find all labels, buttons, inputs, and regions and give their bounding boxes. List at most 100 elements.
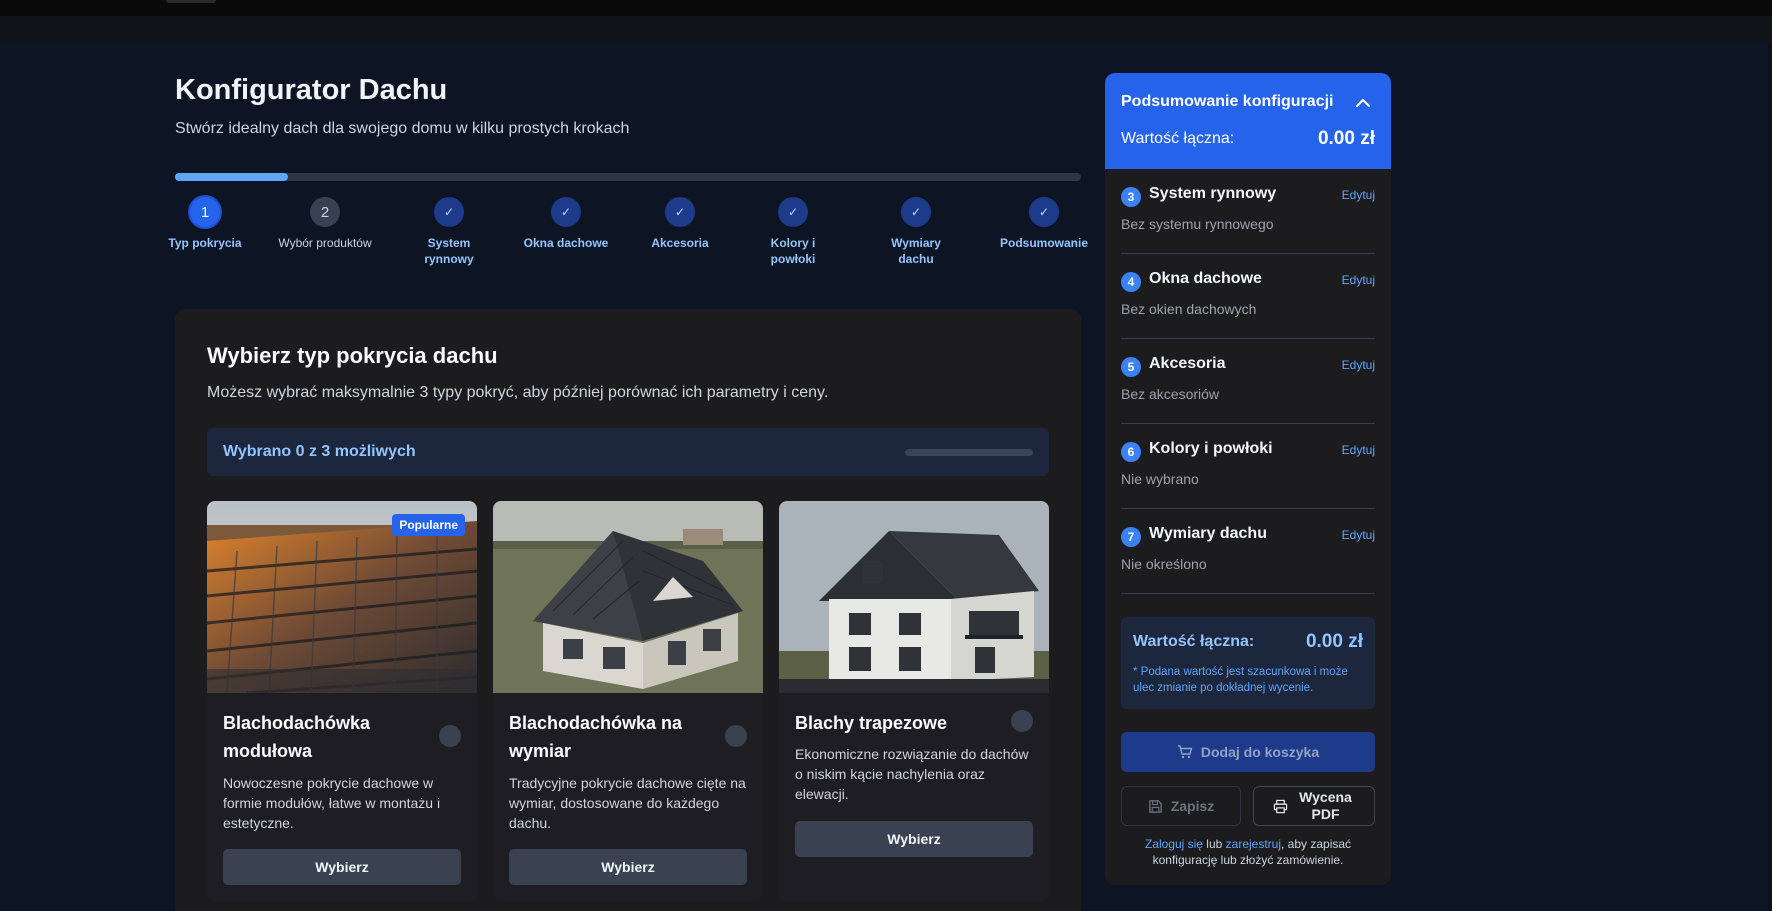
check-icon: ✓	[778, 197, 808, 227]
product-select-radio[interactable]	[725, 725, 747, 747]
step-akcesoria[interactable]: ✓ Akcesoria	[630, 197, 730, 251]
product-title: Blachodachówka na wymiar	[509, 713, 683, 761]
step-label: Okna dachowe	[523, 236, 609, 250]
or-text: lub	[1202, 837, 1226, 851]
product-description: Nowoczesne pokrycie dachowe w formie mod…	[223, 775, 441, 831]
summary-item-value: Nie określono	[1121, 556, 1207, 572]
summary-item-okna-dachowe: 4 Okna dachowe Edytuj Bez okien dachowyc…	[1121, 254, 1375, 339]
edit-link[interactable]: Edytuj	[1342, 443, 1375, 457]
product-description: Ekonomiczne rozwiązanie do dachów o nisk…	[795, 746, 1029, 802]
step-kolory-i-powloki[interactable]: ✓ Kolory i powłoki	[743, 197, 843, 267]
roof-type-panel: Wybierz typ pokrycia dachu Możesz wybrać…	[175, 309, 1081, 911]
header-total-value: 0.00 zł	[1317, 128, 1375, 149]
save-label: Zapisz	[1170, 798, 1215, 814]
product-card-blachy-trapezowe[interactable]: Blachy trapezowe Ekonomiczne rozwiązanie…	[779, 501, 1049, 901]
summary-item-value: Bez okien dachowych	[1121, 301, 1257, 317]
header-total-label: Wartość łączna:	[1121, 130, 1235, 147]
summary-item-name: Okna dachowe	[1149, 270, 1262, 287]
summary-item-name: Kolory i powłoki	[1149, 440, 1273, 457]
product-title: Blachy trapezowe	[795, 713, 948, 733]
summary-step-number: 3	[1121, 187, 1141, 207]
step-label: System rynnowy	[424, 236, 474, 266]
scrollbar-track[interactable]	[1768, 42, 1772, 911]
add-to-cart-button[interactable]: Dodaj do koszyka	[1121, 732, 1375, 772]
pdf-quote-button[interactable]: Wycena PDF	[1253, 786, 1375, 826]
step-typ-pokrycia[interactable]: 1 Typ pokrycia	[155, 197, 255, 251]
topbar-tab-edge	[166, 0, 216, 3]
check-icon: ✓	[551, 197, 581, 227]
product-card-blachodachowka-modulowa[interactable]: Popularne Blachodachówka modułowa Nowocz…	[207, 501, 477, 901]
summary-item-akcesoria: 5 Akcesoria Edytuj Bez akcesoriów	[1121, 339, 1375, 424]
house-roof-photo	[493, 501, 763, 693]
summary-item-kolory-i-powloki: 6 Kolory i powłoki Edytuj Nie wybrano	[1121, 424, 1375, 509]
register-link[interactable]: zarejestruj	[1226, 837, 1281, 851]
chevron-up-icon[interactable]	[1353, 93, 1373, 113]
browser-topbar	[0, 0, 1772, 16]
summary-step-number: 6	[1121, 442, 1141, 462]
summary-title: Podsumowanie konfiguracji	[1121, 93, 1334, 110]
product-select-radio[interactable]	[1011, 710, 1033, 732]
summary-item-name: Akcesoria	[1149, 355, 1226, 372]
progress-fill	[175, 173, 289, 181]
check-icon: ✓	[901, 197, 931, 227]
step-label: Wymiary dachu	[891, 236, 941, 266]
summary-item-value: Bez akcesoriów	[1121, 386, 1220, 402]
product-select-radio[interactable]	[439, 725, 461, 747]
configuration-summary-sidebar: Podsumowanie konfiguracji Wartość łączna…	[1105, 73, 1391, 885]
product-description: Tradycyjne pokrycie dachowe cięte na wym…	[509, 775, 746, 831]
product-image-roof-tiles: Popularne	[207, 501, 477, 693]
summary-item-value: Bez systemu rynnowego	[1121, 216, 1274, 232]
summary-step-number: 4	[1121, 272, 1141, 292]
cart-icon	[1177, 745, 1193, 759]
check-icon: ✓	[665, 197, 695, 227]
selection-counter: Wybrano 0 z 3 możliwych	[207, 428, 1049, 476]
login-note: Zaloguj się lub zarejestruj, aby zapisać…	[1121, 836, 1375, 868]
summary-item-wymiary-dachu: 7 Wymiary dachu Edytuj Nie określono	[1121, 509, 1375, 594]
page-subtitle: Stwórz idealny dach dla swojego domu w k…	[175, 120, 630, 137]
total-value: 0.00 zł	[1305, 631, 1363, 652]
summary-item-name: System rynnowy	[1149, 185, 1277, 202]
selection-counter-text: Wybrano 0 z 3 możliwych	[223, 443, 416, 460]
edit-link[interactable]: Edytuj	[1342, 273, 1375, 287]
product-image-house-roof	[493, 501, 763, 693]
page-title: Konfigurator Dachu	[175, 74, 448, 106]
summary-header[interactable]: Podsumowanie konfiguracji Wartość łączna…	[1105, 73, 1391, 169]
step-label: Kolory i powłoki	[770, 236, 816, 266]
step-okna-dachowe[interactable]: ✓ Okna dachowe	[511, 197, 621, 251]
step-circle: 1	[190, 197, 220, 227]
printer-icon	[1273, 799, 1287, 813]
step-system-rynnowy[interactable]: ✓ System rynnowy	[399, 197, 499, 267]
step-label: Typ pokrycia	[168, 236, 242, 250]
login-link[interactable]: Zaloguj się	[1145, 837, 1203, 851]
summary-step-number: 5	[1121, 357, 1141, 377]
popular-badge: Popularne	[392, 514, 465, 536]
save-icon	[1148, 799, 1162, 813]
two-storey-house-photo	[779, 501, 1049, 693]
header-band	[0, 16, 1772, 42]
summary-step-number: 7	[1121, 527, 1141, 547]
edit-link[interactable]: Edytuj	[1342, 188, 1375, 202]
summary-item-system-rynnowy: 3 System rynnowy Edytuj Bez systemu rynn…	[1121, 169, 1375, 254]
check-icon: ✓	[434, 197, 464, 227]
product-card-blachodachowka-na-wymiar[interactable]: Blachodachówka na wymiar Tradycyjne pokr…	[493, 501, 763, 901]
product-image-two-storey-house	[779, 501, 1049, 693]
edit-link[interactable]: Edytuj	[1342, 528, 1375, 542]
step-podsumowanie[interactable]: ✓ Podsumowanie	[989, 197, 1099, 251]
check-icon: ✓	[1029, 197, 1059, 227]
panel-subtitle: Możesz wybrać maksymalnie 3 typy pokryć,…	[207, 384, 829, 401]
step-indicator: 1 Typ pokrycia 2 Wybór produktów ✓ Syste…	[168, 197, 1088, 277]
pdf-quote-label: Wycena PDF	[1299, 789, 1352, 822]
total-label: Wartość łączna:	[1133, 633, 1255, 650]
select-product-button[interactable]: Wybierz	[509, 849, 747, 885]
save-button[interactable]: Zapisz	[1121, 786, 1241, 826]
selection-counter-bar	[905, 449, 1033, 456]
summary-item-value: Nie wybrano	[1121, 471, 1199, 487]
progress-bar	[175, 173, 1081, 181]
select-product-button[interactable]: Wybierz	[795, 821, 1033, 857]
step-wymiary-dachu[interactable]: ✓ Wymiary dachu	[866, 197, 966, 267]
panel-title: Wybierz typ pokrycia dachu	[207, 343, 498, 368]
select-product-button[interactable]: Wybierz	[223, 849, 461, 885]
step-wybor-produktow[interactable]: 2 Wybór produktów	[275, 197, 375, 251]
edit-link[interactable]: Edytuj	[1342, 358, 1375, 372]
estimate-note: * Podana wartość jest szacunkowa i może …	[1133, 666, 1348, 694]
